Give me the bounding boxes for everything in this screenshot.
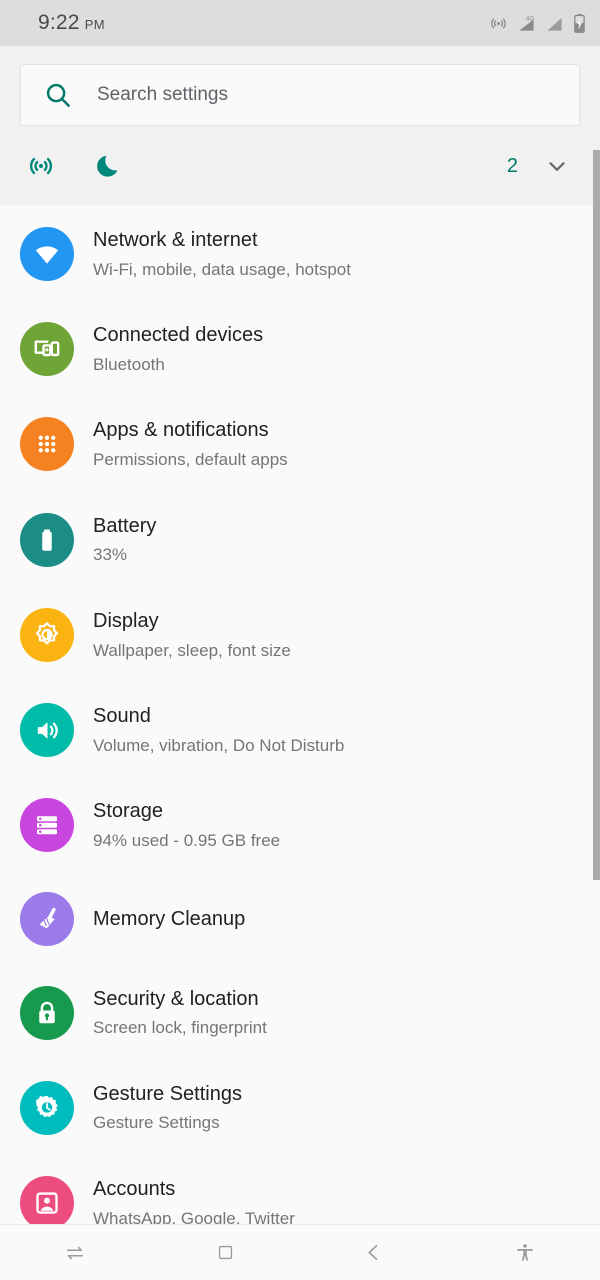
row-title: Accounts (93, 1178, 176, 1201)
account-box-icon-badge (20, 1176, 74, 1231)
settings-row-apps-notifications[interactable]: Apps & notifications Permissions, defaul… (0, 396, 600, 491)
status-icons: 4G (489, 13, 586, 33)
row-subtitle: Volume, vibration, Do Not Disturb (93, 735, 345, 755)
row-title: Connected devices (93, 324, 264, 347)
apps-grid-icon-badge (20, 417, 74, 472)
apps-grid-icon (38, 436, 56, 453)
search-icon (46, 83, 70, 107)
wifi-icon (35, 246, 59, 264)
storage-icon (37, 816, 57, 835)
accessibility-person-icon (517, 1243, 533, 1261)
lock-icon-badge (20, 985, 74, 1040)
row-title: Gesture Settings (93, 1082, 242, 1105)
account-box-icon (36, 1192, 58, 1214)
settings-row-network-internet[interactable]: Network & internet Wi-Fi, mobile, data u… (0, 206, 600, 301)
volume-icon (37, 721, 58, 739)
status-time: 9:22 (38, 11, 80, 34)
scrollbar-thumb[interactable] (593, 150, 600, 880)
wifi-icon-badge (20, 227, 74, 281)
row-subtitle: Wi-Fi, mobile, data usage, hotspot (93, 259, 351, 279)
navigation-bar (0, 1224, 600, 1280)
square-icon (218, 1245, 232, 1260)
quick-settings-count: 2 (506, 154, 518, 177)
settings-row-battery[interactable]: Battery 33% (0, 492, 600, 587)
row-subtitle: 33% (93, 545, 128, 565)
gear-icon-badge (20, 1080, 74, 1135)
settings-row-storage[interactable]: Storage 94% used - 0.95 GB free (0, 777, 600, 872)
row-title: Security & location (93, 987, 259, 1010)
brightness-icon-badge (20, 607, 74, 662)
row-subtitle: Bluetooth (93, 354, 165, 374)
row-title: Sound (93, 705, 151, 728)
gear-icon (36, 1095, 58, 1118)
row-subtitle: Screen lock, fingerprint (93, 1018, 267, 1038)
svg-text:4G: 4G (526, 15, 535, 22)
lock-icon (39, 1001, 55, 1023)
back-button[interactable] (300, 1225, 450, 1280)
broom-icon-badge (20, 891, 74, 946)
arrow-left-icon (367, 1244, 377, 1261)
settings-row-display[interactable]: Display Wallpaper, sleep, font size (0, 587, 600, 682)
chevron-down-icon[interactable] (544, 153, 570, 179)
battery-icon-badge (20, 512, 74, 567)
settings-row-sound[interactable]: Sound Volume, vibration, Do Not Disturb (0, 682, 600, 777)
search-area (0, 46, 600, 126)
quick-settings-strip[interactable]: 2 (0, 126, 600, 206)
row-title: Memory Cleanup (93, 907, 246, 930)
settings-row-connected-devices[interactable]: Connected devices Bluetooth (0, 301, 600, 396)
home-button[interactable] (150, 1225, 300, 1280)
swap-arrows-icon (66, 1246, 84, 1259)
battery-icon (42, 529, 52, 551)
volume-icon-badge (20, 703, 74, 758)
search-bar[interactable] (20, 64, 580, 126)
do-not-disturb-moon-icon[interactable] (94, 152, 122, 180)
signal-4g-icon: 4G (519, 15, 535, 31)
storage-icon-badge (20, 798, 74, 853)
row-title: Battery (93, 514, 157, 537)
settings-row-gesture-settings[interactable]: Gesture Settings Gesture Settings (0, 1060, 600, 1155)
row-title: Storage (93, 800, 164, 823)
hotspot-icon[interactable] (26, 151, 56, 181)
row-subtitle: Permissions, default apps (93, 450, 288, 470)
row-subtitle: Gesture Settings (93, 1113, 220, 1133)
brightness-icon (35, 622, 59, 645)
row-title: Network & internet (93, 229, 258, 251)
devices-icon-badge (20, 322, 74, 377)
status-ampm: PM (84, 17, 105, 32)
hotspot-icon (491, 17, 506, 29)
settings-row-security-location[interactable]: Security & location Screen lock, fingerp… (0, 965, 600, 1060)
accessibility-button[interactable] (450, 1225, 600, 1280)
row-subtitle: Wallpaper, sleep, font size (93, 640, 291, 660)
row-title: Display (93, 609, 159, 632)
settings-row-memory-cleanup[interactable]: Memory Cleanup (0, 873, 600, 965)
row-title: Apps & notifications (93, 419, 269, 442)
recents-button[interactable] (0, 1225, 150, 1280)
battery-charging-icon (574, 13, 585, 33)
broom-icon (38, 907, 56, 929)
settings-list: Network & internet Wi-Fi, mobile, data u… (0, 206, 600, 1251)
status-bar: 9:22 PM 4G (0, 0, 600, 46)
status-clock: 9:22 PM (38, 11, 105, 35)
row-subtitle: 94% used - 0.95 GB free (93, 831, 281, 850)
search-input[interactable] (97, 84, 557, 106)
settings-screen: 9:22 PM 4G Search settings 2 Network & i… (0, 0, 600, 1280)
devices-icon (34, 340, 60, 357)
signal-icon (547, 17, 562, 31)
